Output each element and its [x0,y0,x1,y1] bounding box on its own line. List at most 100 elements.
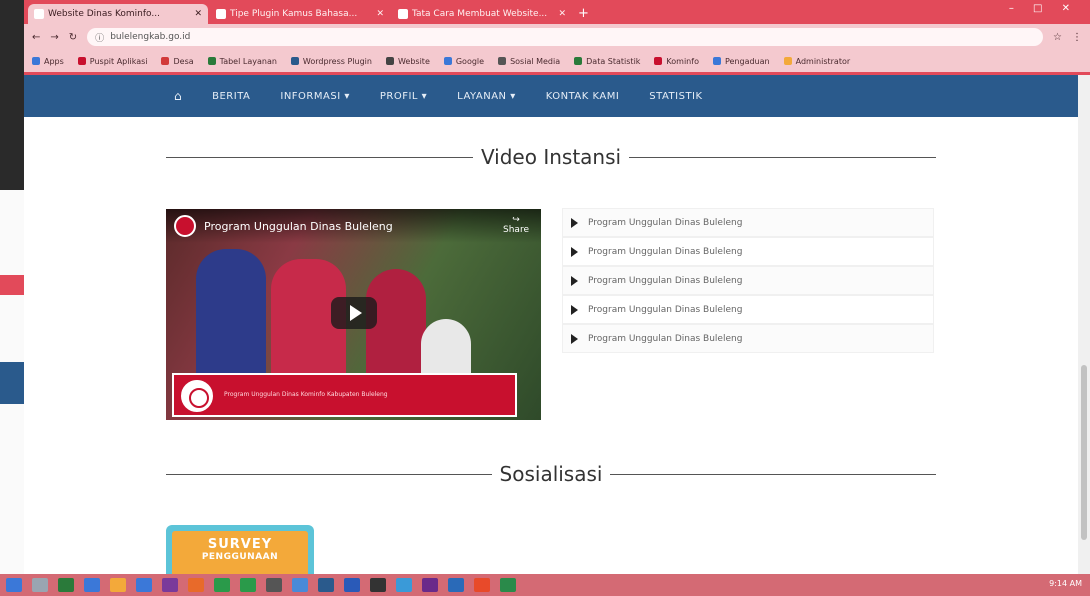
video-playlist: Program Unggulan Dinas Buleleng Program … [562,208,934,353]
browser-tab[interactable]: Tata Cara Membuat Website... ✕ [392,4,572,24]
bookmark-item[interactable]: Desa [161,57,194,66]
favicon-icon [398,9,408,19]
section-heading-video: Video Instansi [166,145,937,169]
bookmark-item[interactable]: Data Statistik [574,57,640,66]
apps-icon [32,57,40,65]
app-icon[interactable] [110,578,126,592]
video-lower-third: Program Unggulan Dinas Kominfo Kabupaten… [172,373,517,417]
nav-item-profil[interactable]: PROFIL ▾ [380,91,427,102]
menu-icon[interactable]: ⋮ [1072,32,1082,43]
play-icon [571,217,578,228]
bookmarks-bar: Apps Puspit Aplikasi Desa Tabel Layanan … [24,50,1090,72]
close-tab-icon[interactable]: ✕ [376,9,384,19]
system-clock[interactable]: 9:14 AM [1049,579,1082,588]
background-window-dark-area [0,0,24,190]
nav-item-berita[interactable]: BERITA [212,91,250,102]
bookmark-item[interactable]: Website [385,57,430,66]
playlist-item[interactable]: Program Unggulan Dinas Buleleng [562,295,934,324]
app-icon[interactable] [214,578,230,592]
browser-tab[interactable]: Tipe Plugin Kamus Bahasa... ✕ [210,4,390,24]
close-tab-icon[interactable]: ✕ [194,9,202,19]
background-window-navbar [0,362,24,404]
bookmark-item[interactable]: Wordpress Plugin [290,57,372,66]
page-content: Video Instansi Program Unggulan Dinas Bu… [24,117,1078,574]
channel-avatar[interactable] [174,215,196,237]
bookmark-item[interactable]: Administrator [783,57,850,66]
bookmark-icon [654,57,663,65]
share-button[interactable]: ↪ Share [503,215,529,235]
search-icon[interactable] [32,578,48,592]
bookmark-item[interactable]: Tabel Layanan [207,57,277,66]
scrollbar-thumb[interactable] [1081,365,1087,540]
section-title-text: Sosialisasi [499,462,603,486]
app-icon[interactable] [500,578,516,592]
url-input[interactable]: ⓘ bulelengkab.go.id [87,28,1044,46]
section-heading-sosialisasi: Sosialisasi [166,462,936,486]
bookmark-item[interactable]: Sosial Media [498,57,560,66]
bookmark-item[interactable]: Puspit Aplikasi [77,57,147,66]
video-title-bar: Program Unggulan Dinas Buleleng [166,209,541,243]
app-icon[interactable] [448,578,464,592]
bookmark-icon [207,57,216,65]
browser-tab-active[interactable]: Website Dinas Kominfo... ✕ [28,4,208,24]
play-icon [571,275,578,286]
bookmark-item[interactable]: Apps [32,57,64,66]
app-icon[interactable] [318,578,334,592]
playlist-item[interactable]: Program Unggulan Dinas Buleleng [562,237,934,266]
reload-icon[interactable]: ↻ [69,32,77,43]
play-icon [571,304,578,315]
video-figure [421,319,471,379]
divider [166,473,492,475]
site-navbar: ⌂ BERITA INFORMASI ▾ PROFIL ▾ LAYANAN ▾ … [24,75,1078,117]
survey-banner[interactable]: SURVEY PENGGUNAAN [166,525,314,574]
playlist-item[interactable]: Program Unggulan Dinas Buleleng [562,266,934,295]
divider [610,473,936,475]
app-icon[interactable] [396,578,412,592]
window-controls[interactable]: – □ ✕ [1009,3,1078,14]
chrome-icon[interactable] [292,578,308,592]
lock-icon: ⓘ [95,33,105,44]
app-icon[interactable] [162,578,178,592]
star-icon[interactable]: ☆ [1053,32,1062,43]
word-icon[interactable] [344,578,360,592]
video-caption: Program Unggulan Dinas Kominfo Kabupaten… [224,391,388,398]
app-icon[interactable] [266,578,282,592]
store-icon[interactable] [58,578,74,592]
playlist-item[interactable]: Program Unggulan Dinas Buleleng [562,324,934,353]
divider [166,156,473,158]
section-title-text: Video Instansi [480,145,622,169]
survey-subtitle: PENGGUNAAN [201,552,279,562]
bookmark-item[interactable]: Google [443,57,484,66]
play-icon [571,333,578,344]
video-player[interactable]: Program Unggulan Dinas Buleleng ↪ Share … [166,209,541,420]
home-icon[interactable]: ⌂ [174,89,182,103]
app-icon[interactable] [240,578,256,592]
bookmark-item[interactable]: Kominfo [654,57,699,66]
video-title[interactable]: Program Unggulan Dinas Buleleng [204,220,393,233]
tab-label: Tipe Plugin Kamus Bahasa... [230,9,358,19]
page-scrollbar[interactable] [1078,75,1090,574]
share-icon: ↪ [512,215,520,225]
bookmark-icon [712,57,721,65]
firefox-icon[interactable] [188,578,204,592]
play-button[interactable] [331,297,377,329]
nav-item-informasi[interactable]: INFORMASI ▾ [280,91,349,102]
edge-icon[interactable] [136,578,152,592]
close-tab-icon[interactable]: ✕ [558,9,566,19]
app-icon[interactable] [84,578,100,592]
playlist-item[interactable]: Program Unggulan Dinas Buleleng [562,208,934,237]
nav-item-kontak[interactable]: KONTAK KAMI [546,91,620,102]
nav-item-statistik[interactable]: STATISTIK [649,91,702,102]
start-icon[interactable] [6,578,22,592]
bookmark-item[interactable]: Pengaduan [712,57,770,66]
app-icon[interactable] [422,578,438,592]
app-icon[interactable] [370,578,386,592]
survey-banner-inner: SURVEY PENGGUNAAN [172,531,308,574]
bookmark-icon [783,57,792,65]
back-icon[interactable]: ← [32,32,40,43]
nav-item-layanan[interactable]: LAYANAN ▾ [457,91,516,102]
new-tab-icon[interactable]: + [578,6,589,21]
forward-icon[interactable]: → [50,32,58,43]
share-label: Share [503,225,529,235]
app-icon[interactable] [474,578,490,592]
